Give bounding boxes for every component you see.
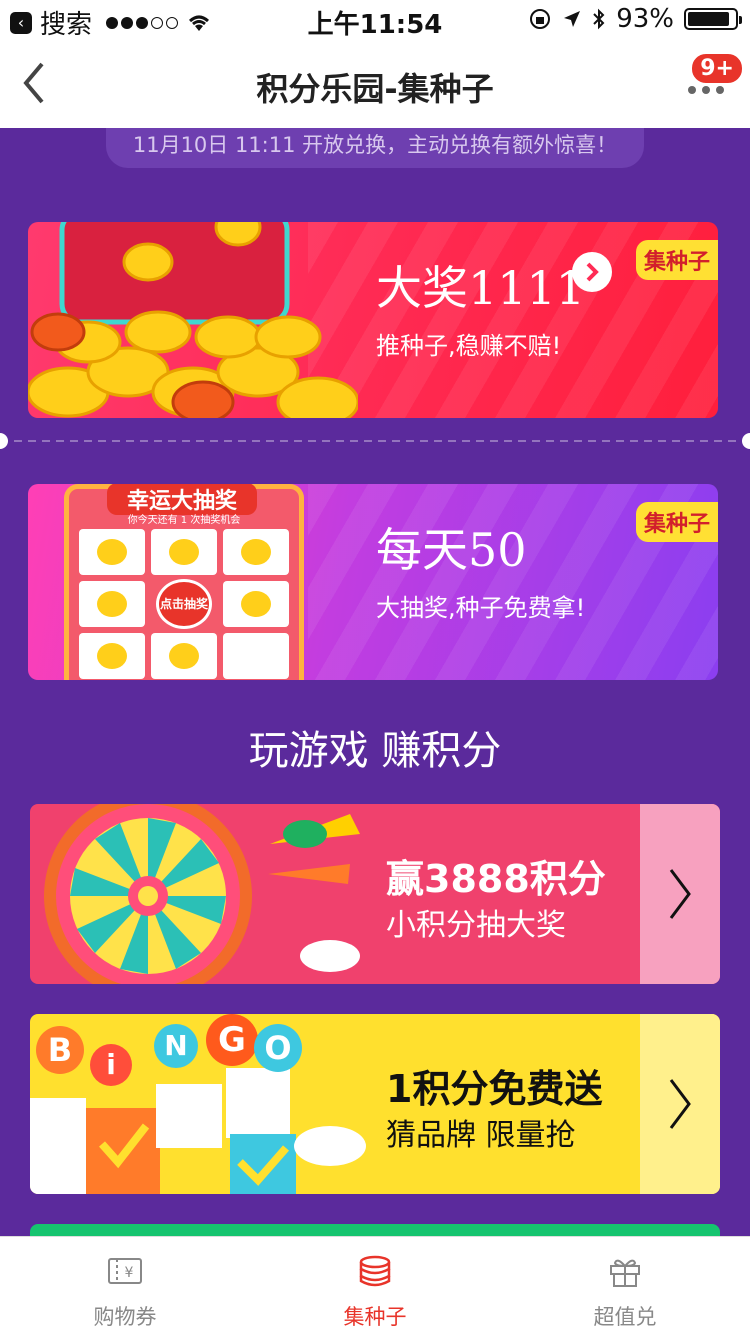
balloon-letter: i (90, 1044, 132, 1086)
notice-bar: 11月10日 11:11 开放兑换，主动兑换有额外惊喜！ (106, 128, 644, 168)
tab-label: 集种子 (343, 1305, 407, 1329)
banner-subtitle: 大抽奖,种子免费拿! (376, 594, 586, 622)
bingo-balloons: B i N G O (30, 1014, 370, 1104)
game-title: 赢3888积分 (386, 857, 606, 901)
chevron-right-icon (586, 262, 599, 282)
tab-bar: ¥ 购物券 集种子 超值兑 (0, 1236, 750, 1335)
tab-great-value[interactable]: 超值兑 (500, 1237, 750, 1335)
battery-icon (684, 8, 742, 30)
balloon-letter: N (154, 1024, 198, 1068)
rotation-lock-icon (530, 9, 551, 29)
balloon-letter: G (206, 1014, 258, 1066)
lottery-cell (79, 633, 145, 679)
battery-percent: 93% (616, 4, 674, 34)
tab-coupons[interactable]: ¥ 购物券 (0, 1237, 250, 1335)
banner-go-button[interactable] (572, 252, 612, 292)
lottery-cell (223, 581, 289, 627)
svg-text:¥: ¥ (125, 1265, 134, 1281)
more-icon (688, 86, 696, 94)
coin-pile-illustration (28, 222, 358, 418)
lottery-cell (79, 529, 145, 575)
coupon-icon: ¥ (108, 1258, 142, 1284)
coin-stack-icon (359, 1255, 391, 1287)
gift-icon (610, 1259, 640, 1287)
tag-badge: 集种子 (635, 240, 718, 280)
bluetooth-icon (593, 8, 605, 30)
divider-notch-left (0, 433, 8, 449)
nav-bar: 积分乐园-集种子 9+ (0, 40, 750, 129)
lottery-cell (223, 633, 289, 679)
game-subtitle: 小积分抽大奖 (386, 908, 566, 943)
chevron-right-icon (669, 1079, 691, 1129)
lottery-cell (223, 529, 289, 575)
chevron-right-icon (669, 869, 691, 919)
game-title: 1积分免费送 (386, 1067, 603, 1111)
game-arrow-button[interactable] (640, 804, 720, 984)
banner-title: 大奖1111 (376, 261, 586, 315)
lottery-cell (79, 581, 145, 627)
tab-label: 超值兑 (593, 1305, 657, 1329)
balloon-letter: O (254, 1024, 302, 1072)
section-title: 玩游戏 赚积分 (248, 728, 502, 774)
banner-subtitle: 推种子,稳赚不赔! (376, 332, 562, 360)
balloon-letter: B (36, 1026, 84, 1074)
tag-badge: 集种子 (635, 502, 718, 542)
tab-collect-seeds[interactable]: 集种子 (250, 1237, 500, 1335)
lottery-machine-illustration: 幸运大抽奖 你今天还有 1 次抽奖机会 点击抽奖 (64, 484, 304, 680)
lottery-cell (151, 633, 217, 679)
banner-title: 每天50 (376, 523, 527, 577)
tab-label: 购物券 (93, 1305, 157, 1329)
banner-grand-prize[interactable]: 集种子 大奖1111 推种子,稳赚不赔! (28, 222, 718, 418)
lottery-draw-button[interactable]: 点击抽奖 (151, 579, 217, 629)
game-card-bingo[interactable]: B i N G O 1积分免费送 猜品牌 限量抢 (30, 1014, 720, 1194)
main-content[interactable]: 11月10日 11:11 开放兑换，主动兑换有额外惊喜！ 集种子 大奖1111 … (0, 128, 750, 1236)
prize-wheel-illustration (44, 804, 360, 984)
divider-notch-right (742, 433, 750, 449)
battery-fill (688, 12, 729, 26)
notification-badge: 9+ (690, 52, 744, 85)
game-subtitle: 猜品牌 限量抢 (386, 1118, 576, 1153)
lottery-art-subtitle: 你今天还有 1 次抽奖机会 (127, 515, 241, 526)
game-card-lucky-wheel[interactable]: 赢3888积分 小积分抽大奖 (30, 804, 720, 984)
game-card-partial[interactable] (30, 1224, 720, 1236)
lottery-cell (151, 529, 217, 575)
location-icon (564, 11, 581, 27)
page-title: 积分乐园-集种子 (256, 70, 494, 108)
banner-daily-lottery[interactable]: 幸运大抽奖 你今天还有 1 次抽奖机会 点击抽奖 集种子 每天50 大抽奖,种子… (28, 484, 718, 680)
game-arrow-button[interactable] (640, 1014, 720, 1194)
status-bar: ‹ 搜索 上午11:54 93% (0, 0, 750, 40)
dashed-divider (0, 440, 750, 442)
